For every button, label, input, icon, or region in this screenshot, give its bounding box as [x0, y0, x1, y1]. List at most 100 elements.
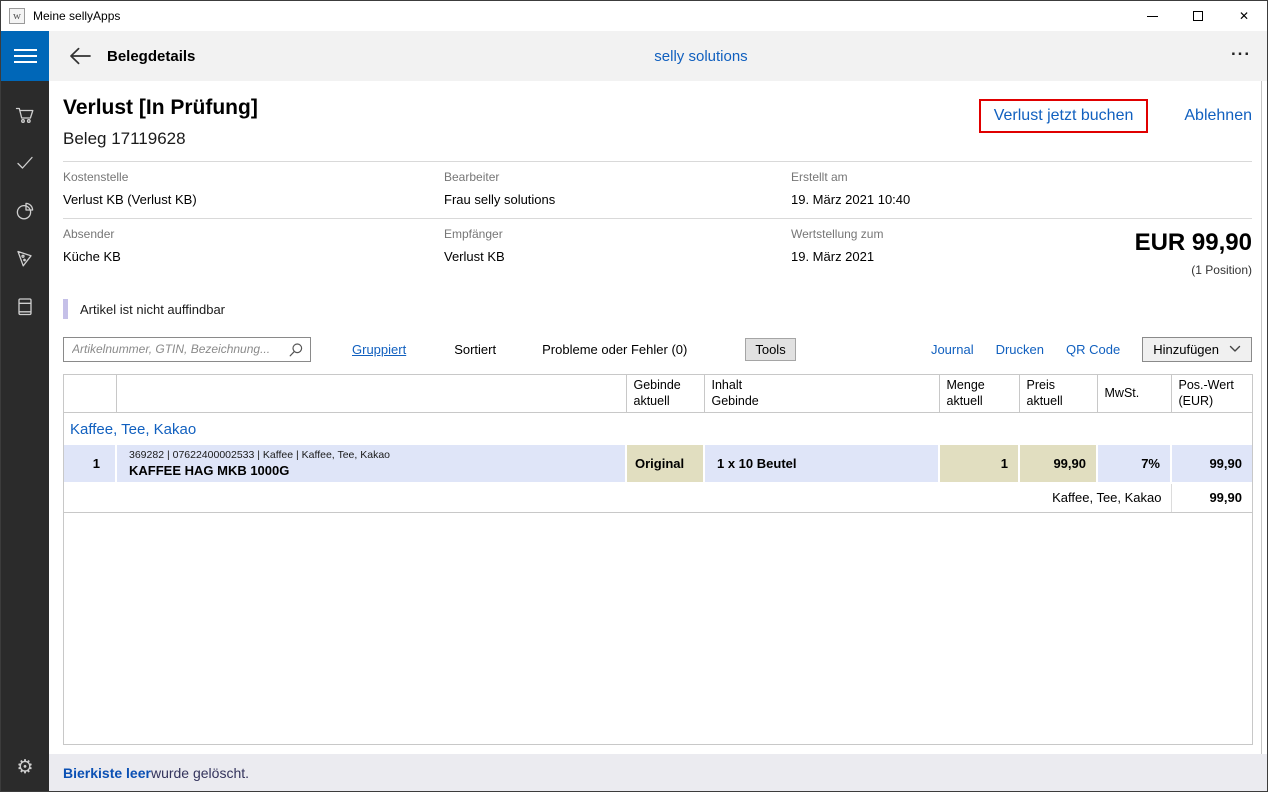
note-text: Artikel ist nicht auffindbar: [80, 302, 225, 317]
maximize-icon: [1193, 11, 1203, 21]
checkmark-icon: [13, 151, 37, 175]
qr-code-link[interactable]: QR Code: [1066, 342, 1120, 357]
field-kostenstelle: Kostenstelle Verlust KB (Verlust KB): [63, 170, 197, 207]
cart-icon: [13, 103, 37, 127]
gear-icon: ⚙: [16, 758, 33, 777]
col-header-article: [116, 375, 626, 412]
back-arrow-icon: [69, 47, 92, 65]
field-label: Bearbeiter: [444, 170, 555, 184]
col-header-preis[interactable]: Preis aktuell: [1019, 375, 1097, 412]
cell-position: 1: [64, 445, 116, 483]
article-search: [63, 337, 311, 362]
window-title: Meine sellyApps: [33, 9, 120, 23]
add-label: Hinzufügen: [1153, 342, 1219, 357]
field-label: Absender: [63, 227, 121, 241]
col-header-menge[interactable]: Menge aktuell: [939, 375, 1019, 412]
field-value: Verlust KB (Verlust KB): [63, 192, 197, 207]
search-icon[interactable]: [288, 342, 304, 358]
list-toolbar: Gruppiert Sortiert Probleme oder Fehler …: [63, 336, 1252, 362]
cell-inhalt: 1 x 10 Beutel: [704, 445, 939, 483]
cell-poswert: 99,90: [1171, 445, 1252, 483]
cell-preis: 99,90: [1019, 445, 1097, 483]
scrollbar-track[interactable]: [1261, 81, 1262, 767]
cell-menge: 1: [939, 445, 1019, 483]
status-bar: Bierkiste leer wurde gelöscht.: [49, 754, 1267, 791]
col-header-mwst[interactable]: MwSt.: [1097, 375, 1171, 412]
grouped-toggle[interactable]: Gruppiert: [352, 342, 406, 357]
hamburger-icon: [14, 45, 37, 67]
group-header-row[interactable]: Kaffee, Tee, Kakao: [64, 412, 1252, 445]
sidebar-item-settings[interactable]: ⚙: [1, 743, 49, 791]
col-header-inhalt[interactable]: Inhalt Gebinde: [704, 375, 939, 412]
price-tag-icon: [13, 247, 37, 271]
field-value: 19. März 2021: [791, 249, 883, 264]
total-amount: EUR 99,90: [1135, 229, 1252, 257]
document-total: EUR 99,90 (1 Position): [1135, 229, 1252, 277]
sidebar-item-check[interactable]: [1, 139, 49, 187]
app-window: w Meine sellyApps ✕ Belegdetails selly s…: [0, 0, 1268, 792]
maximize-button[interactable]: [1175, 1, 1221, 31]
table-row[interactable]: 1 369282 | 07622400002533 | Kaffee | Kaf…: [64, 445, 1252, 483]
col-header-empty: [64, 375, 116, 412]
field-bearbeiter: Bearbeiter Frau selly solutions: [444, 170, 555, 207]
subtotal-value: 99,90: [1171, 483, 1252, 513]
reject-button[interactable]: Ablehnen: [1184, 107, 1252, 125]
back-button[interactable]: [65, 41, 95, 71]
sidebar-spacer: [1, 331, 49, 743]
table-header-row: Gebinde aktuell Inhalt Gebinde Menge akt…: [64, 375, 1252, 412]
field-label: Kostenstelle: [63, 170, 197, 184]
field-value: 19. März 2021 10:40: [791, 192, 910, 207]
main-content: Verlust [In Prüfung] Beleg 17119628 Verl…: [49, 81, 1267, 756]
hamburger-menu-button[interactable]: [1, 31, 49, 81]
tools-button[interactable]: Tools: [745, 338, 795, 361]
status-text: wurde gelöscht.: [151, 765, 249, 781]
group-header-label: Kaffee, Tee, Kakao: [64, 412, 1252, 445]
sidebar-item-tags[interactable]: [1, 235, 49, 283]
pie-chart-icon: [13, 199, 37, 223]
search-input[interactable]: [64, 338, 310, 361]
close-icon: ✕: [1239, 10, 1249, 22]
total-positions: (1 Position): [1135, 263, 1252, 277]
cell-mwst: 7%: [1097, 445, 1171, 483]
book-icon: [13, 295, 37, 319]
document-actions: Verlust jetzt buchen Ablehnen: [979, 99, 1252, 133]
close-button[interactable]: ✕: [1221, 1, 1267, 31]
sorted-toggle[interactable]: Sortiert: [454, 342, 496, 357]
field-label: Empfänger: [444, 227, 505, 241]
more-options-button[interactable]: ···: [1231, 44, 1251, 64]
positions-table: Gebinde aktuell Inhalt Gebinde Menge akt…: [63, 374, 1253, 745]
field-absender: Absender Küche KB: [63, 227, 121, 264]
field-value: Verlust KB: [444, 249, 505, 264]
group-subtotal-row: Kaffee, Tee, Kakao 99,90: [64, 483, 1252, 513]
book-loss-button[interactable]: Verlust jetzt buchen: [979, 99, 1149, 133]
divider: [63, 218, 1252, 219]
col-header-poswert[interactable]: Pos.-Wert (EUR): [1171, 375, 1252, 412]
cell-gebinde: Original: [626, 445, 704, 483]
minimize-button[interactable]: [1129, 1, 1175, 31]
warning-note: Artikel ist nicht auffindbar: [63, 299, 225, 319]
cell-article: 369282 | 07622400002533 | Kaffee | Kaffe…: [116, 445, 626, 483]
field-erstellt-am: Erstellt am 19. März 2021 10:40: [791, 170, 910, 207]
chevron-down-icon: [1229, 345, 1241, 353]
toolbar-right: Journal Drucken QR Code Hinzufügen: [931, 337, 1252, 362]
article-meta: 369282 | 07622400002533 | Kaffee | Kaffe…: [129, 449, 617, 461]
field-value: Küche KB: [63, 249, 121, 264]
subtotal-label: Kaffee, Tee, Kakao: [64, 483, 1171, 513]
field-wertstellung: Wertstellung zum 19. März 2021: [791, 227, 883, 264]
problems-toggle[interactable]: Probleme oder Fehler (0): [542, 342, 687, 357]
window-controls: ✕: [1129, 1, 1267, 31]
print-link[interactable]: Drucken: [996, 342, 1044, 357]
sidebar-item-journal[interactable]: [1, 283, 49, 331]
field-empfaenger: Empfänger Verlust KB: [444, 227, 505, 264]
minimize-icon: [1147, 16, 1158, 17]
sidebar-item-cart[interactable]: [1, 91, 49, 139]
add-dropdown-button[interactable]: Hinzufügen: [1142, 337, 1252, 362]
status-subject[interactable]: Bierkiste leer: [63, 765, 151, 781]
sidebar-item-reports[interactable]: [1, 187, 49, 235]
journal-link[interactable]: Journal: [931, 342, 974, 357]
col-header-gebinde[interactable]: Gebinde aktuell: [626, 375, 704, 412]
divider: [63, 161, 1252, 162]
page-title: Belegdetails: [107, 48, 195, 65]
field-label: Erstellt am: [791, 170, 910, 184]
tenant-title: selly solutions: [654, 48, 747, 65]
